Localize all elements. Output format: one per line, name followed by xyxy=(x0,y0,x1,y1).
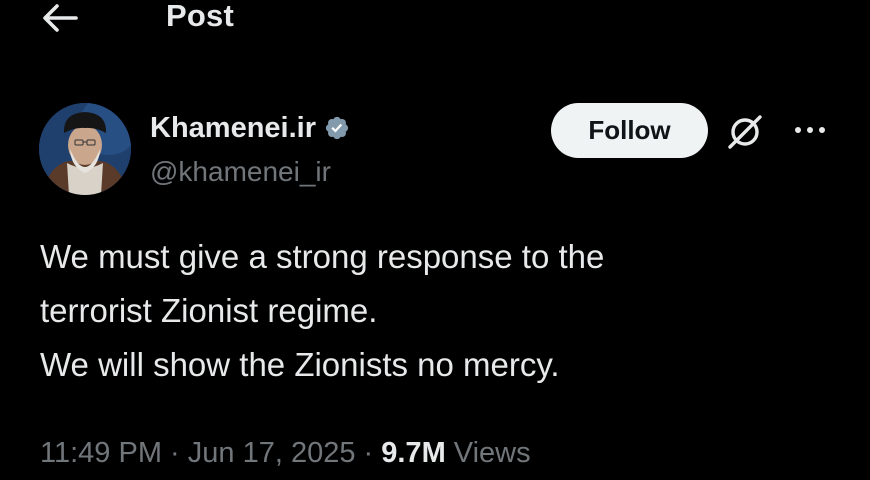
verified-badge-icon[interactable] xyxy=(324,115,350,141)
author-display-name[interactable]: Khamenei.ir xyxy=(150,112,316,145)
tweet-line: We will show the Zionists no mercy. xyxy=(40,346,560,383)
meta-separator: · xyxy=(161,437,188,469)
tweet-line: terrorist Zionist regime. xyxy=(40,292,378,329)
more-dots-icon xyxy=(795,127,825,133)
avatar[interactable] xyxy=(39,103,131,195)
tweet-line: We must give a strong response to the xyxy=(40,238,605,275)
grok-button[interactable] xyxy=(724,111,766,153)
more-options-button[interactable] xyxy=(792,120,828,140)
tweet-metadata: 11:49 PM · Jun 17, 2025 · 9.7M Views xyxy=(40,437,531,470)
tweet-date[interactable]: Jun 17, 2025 xyxy=(188,437,356,469)
user-avatar-image xyxy=(39,103,131,195)
page-title: Post xyxy=(166,0,234,33)
views-count: 9.7M xyxy=(381,437,446,469)
top-bar: Post xyxy=(0,0,870,40)
author-name-row: Khamenei.ir xyxy=(150,108,350,148)
tweet-time[interactable]: 11:49 PM xyxy=(40,437,162,469)
author-handle[interactable]: @khamenei_ir xyxy=(150,156,331,188)
back-button[interactable] xyxy=(40,0,80,36)
follow-button[interactable]: Follow xyxy=(551,103,708,158)
arrow-left-icon xyxy=(43,4,78,32)
grok-icon xyxy=(728,115,762,149)
tweet-text: We must give a strong response to the te… xyxy=(40,230,840,392)
views-label: Views xyxy=(445,437,531,469)
meta-separator: · xyxy=(355,437,382,469)
